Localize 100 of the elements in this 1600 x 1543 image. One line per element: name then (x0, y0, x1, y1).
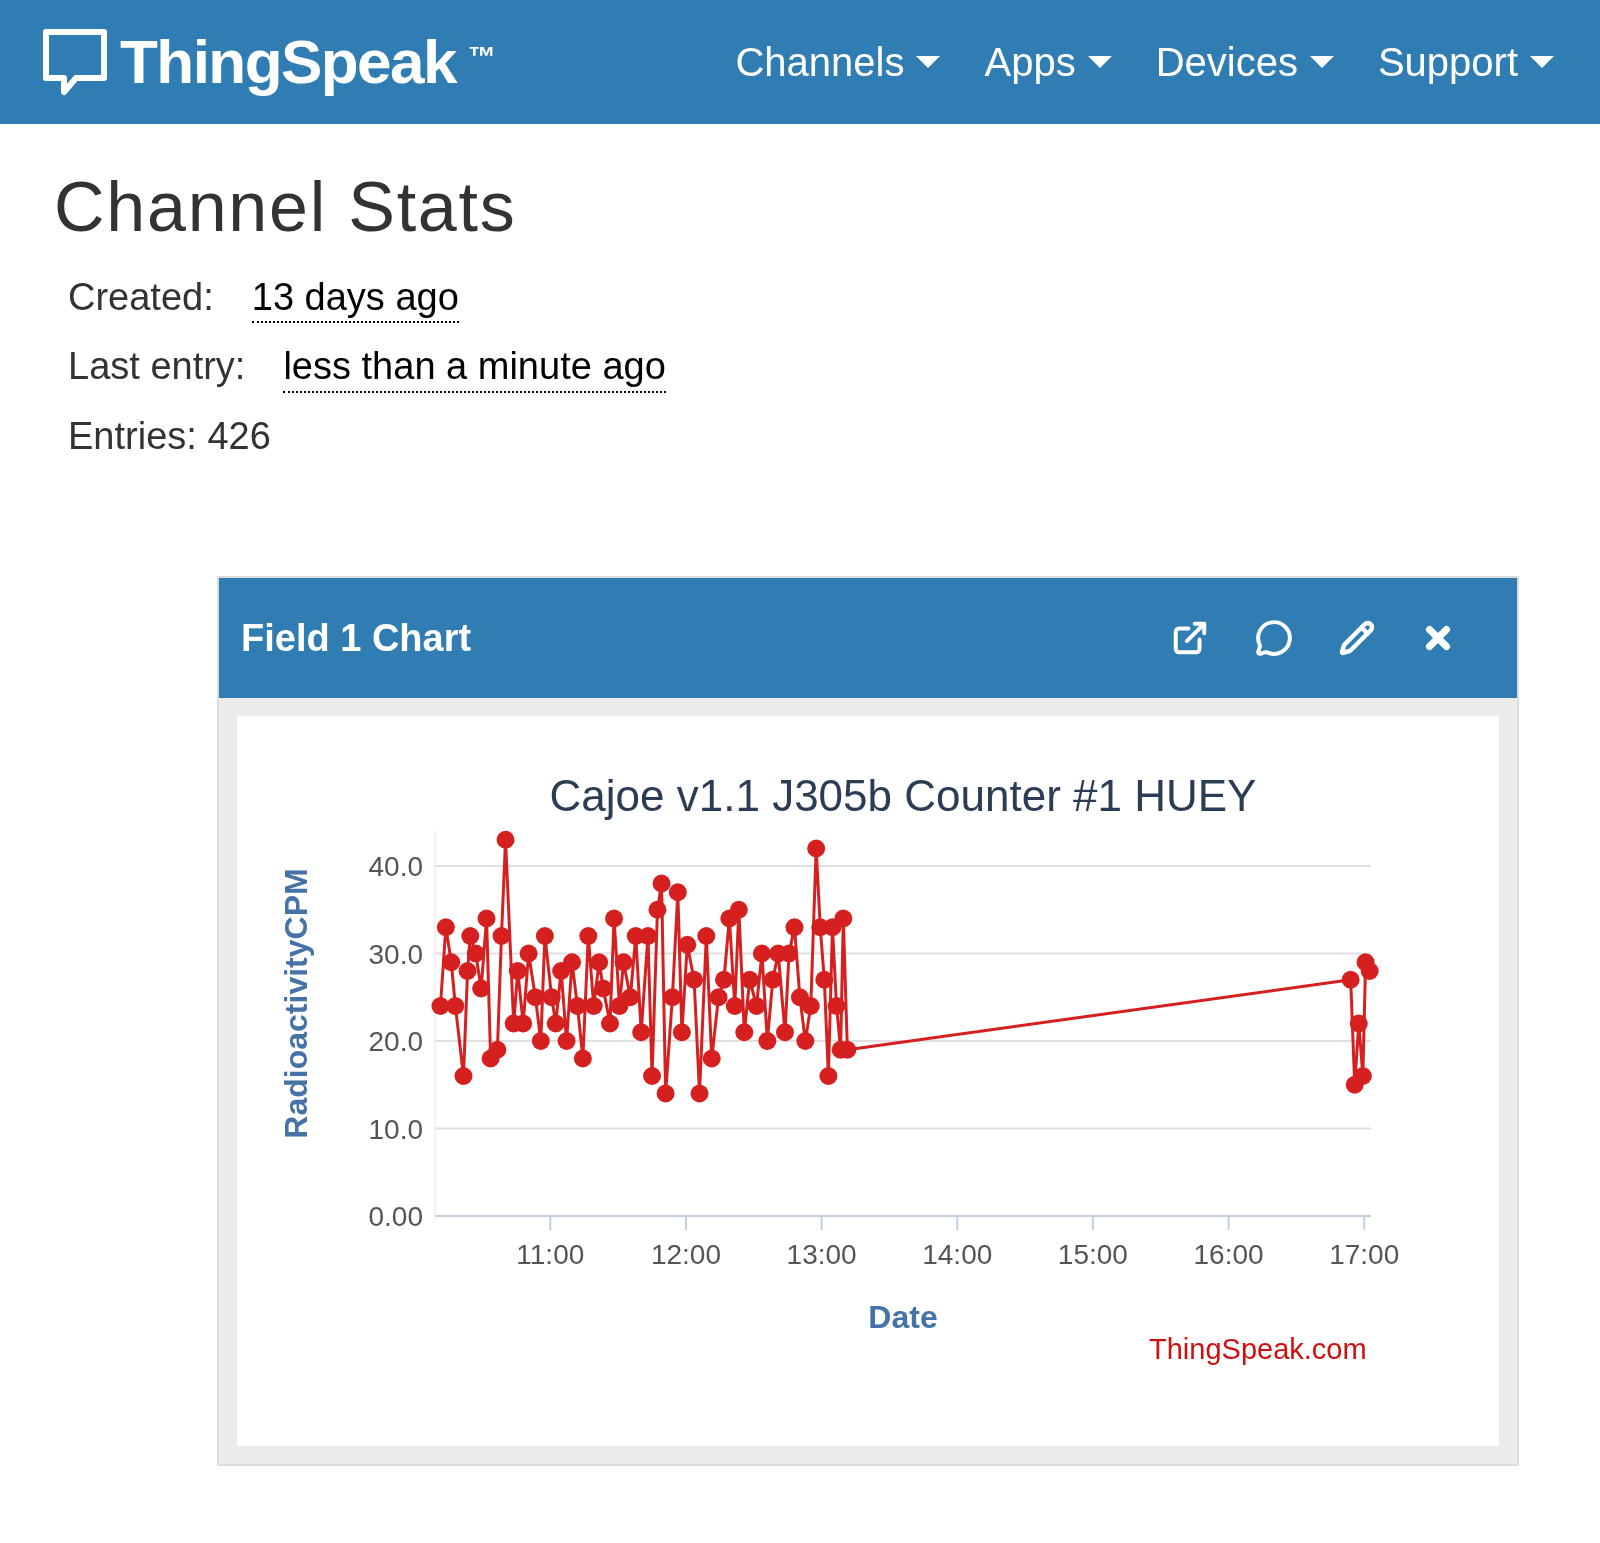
panel-title: Field 1 Chart (241, 615, 472, 661)
caret-icon (916, 56, 941, 68)
data-point (763, 970, 782, 989)
stat-text: Entries: 426 (68, 413, 271, 459)
data-point (752, 944, 771, 963)
data-point (827, 997, 846, 1015)
data-point (477, 909, 496, 928)
chart-title: Cajoe v1.1 J305b Counter #1 HUEY (549, 771, 1257, 820)
data-point (1353, 1067, 1372, 1085)
data-point (834, 909, 853, 928)
data-point (492, 927, 511, 945)
data-point (648, 900, 667, 919)
external-link-icon[interactable] (1171, 619, 1209, 657)
x-tick-label: 11:00 (516, 1239, 585, 1270)
data-point (643, 1067, 662, 1085)
data-point (801, 997, 820, 1015)
caret-icon (1530, 56, 1554, 68)
data-point (546, 1014, 565, 1033)
data-point (638, 927, 657, 945)
data-point (563, 953, 581, 972)
data-point (579, 927, 598, 945)
data-point (656, 1084, 675, 1103)
x-tick-label: 14:00 (922, 1239, 993, 1270)
trademark-mark: ™ (467, 40, 496, 74)
data-point (542, 988, 561, 1007)
x-tick-label: 13:00 (786, 1239, 857, 1270)
nav-menu[interactable]: Support (1377, 32, 1554, 92)
x-tick-label: 16:00 (1193, 1239, 1264, 1270)
data-point (702, 1049, 721, 1068)
data-point (780, 944, 799, 963)
data-point (488, 1040, 507, 1059)
data-point (652, 874, 671, 893)
page-title: Channel Stats (54, 167, 518, 248)
data-point (472, 979, 491, 998)
y-tick-label: 30.0 (368, 938, 423, 970)
edit-icon[interactable] (1339, 620, 1375, 656)
stat-label: Created: (68, 274, 214, 320)
data-point (454, 1067, 473, 1085)
x-tick-label: 12:00 (650, 1239, 721, 1270)
data-point (819, 1067, 838, 1085)
caret-icon (1309, 56, 1334, 68)
data-point (535, 927, 554, 945)
data-point (690, 1084, 709, 1103)
data-point (594, 979, 613, 998)
data-point (568, 997, 587, 1015)
data-point (663, 988, 682, 1007)
data-point (601, 1014, 619, 1033)
y-tick-label: 10.0 (368, 1113, 423, 1145)
speech-bubble-logo-icon (42, 28, 108, 96)
data-point (442, 953, 461, 972)
data-point (714, 970, 733, 989)
data-point (729, 900, 748, 919)
stat-value: less than a minute ago (283, 343, 666, 393)
data-point (815, 970, 834, 989)
data-point (584, 997, 603, 1015)
stat-label: Last entry: (68, 344, 246, 389)
data-point (776, 1023, 794, 1042)
data-point (678, 935, 697, 954)
data-point (508, 962, 527, 980)
y-axis-title: RadioactivityCPM (278, 868, 314, 1139)
data-point (557, 1032, 576, 1050)
data-point (573, 1049, 592, 1068)
nav-menu[interactable]: Devices (1155, 32, 1334, 92)
data-point (531, 1032, 550, 1050)
data-point (685, 970, 704, 989)
nav-menu[interactable]: Channels (735, 32, 941, 92)
data-point (632, 1023, 651, 1042)
x-axis-title: Date (868, 1299, 938, 1335)
credit-link[interactable]: ThingSpeak.com (1149, 1328, 1367, 1372)
nav-menu[interactable]: Apps (984, 32, 1112, 92)
data-point (431, 997, 450, 1015)
data-point (1349, 1014, 1368, 1033)
comment-icon[interactable] (1255, 619, 1293, 657)
data-point (697, 927, 716, 945)
data-point (605, 909, 624, 928)
x-tick-label: 15:00 (1057, 1239, 1128, 1270)
data-point (466, 944, 485, 963)
data-point (668, 883, 687, 902)
data-point (526, 988, 545, 1007)
data-point (785, 918, 804, 937)
data-point (758, 1032, 777, 1050)
caret-icon (1087, 56, 1112, 68)
data-point (740, 970, 759, 989)
y-tick-label: 40.0 (368, 851, 423, 882)
data-point (709, 988, 728, 1007)
data-point (807, 839, 826, 858)
data-point (446, 997, 465, 1015)
data-point (621, 988, 640, 1007)
data-point (747, 997, 766, 1015)
data-point (614, 953, 633, 972)
stat-value: 13 days ago (251, 273, 459, 323)
data-point (590, 953, 609, 972)
data-point (458, 962, 477, 980)
data-point (796, 1032, 815, 1050)
data-point (496, 830, 515, 849)
data-point (735, 1023, 754, 1042)
data-point (725, 997, 744, 1015)
data-point (436, 918, 455, 937)
data-point (519, 944, 538, 963)
data-point (461, 927, 480, 945)
